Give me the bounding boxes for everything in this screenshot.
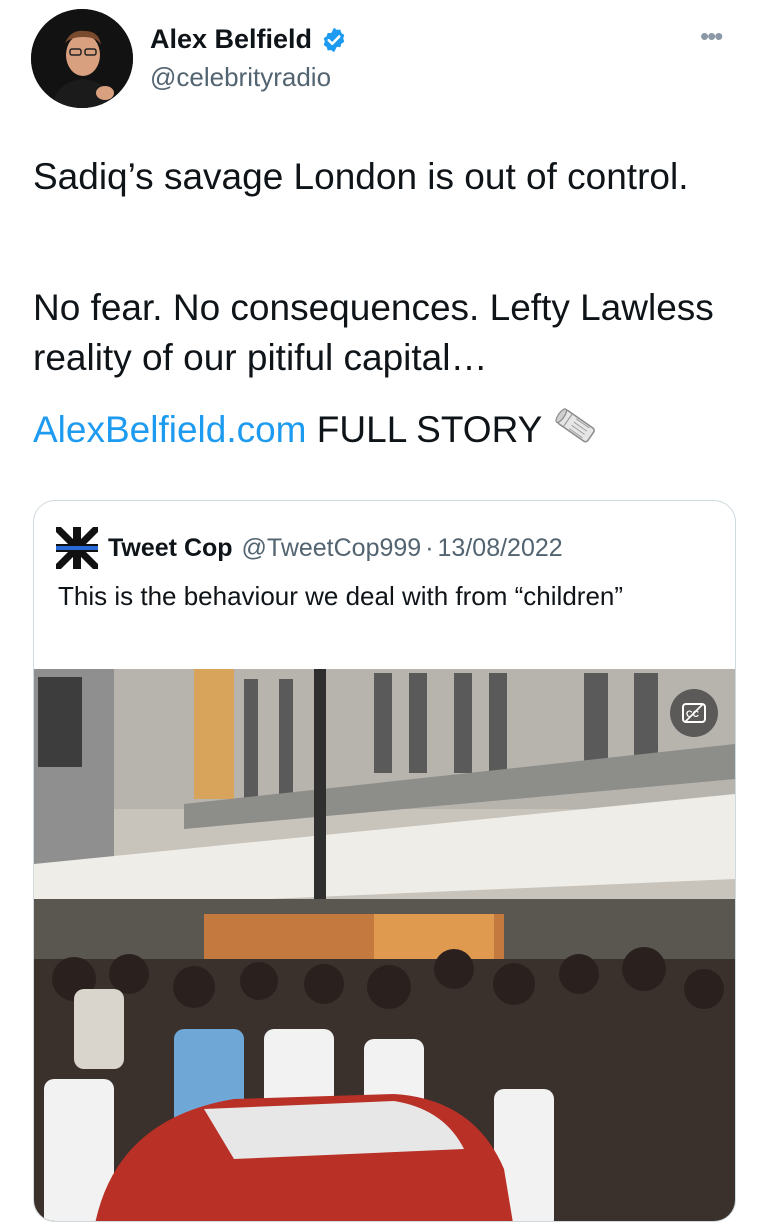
author-avatar[interactable] [31, 9, 133, 108]
verified-badge-icon [320, 26, 348, 54]
rolled-newspaper-icon [552, 406, 600, 459]
tweet-paragraph-1: Sadiq’s savage London is out of control. [33, 156, 689, 197]
tweet-paragraph-2: No fear. No consequences. Lefty Lawless … [33, 287, 714, 378]
thin-blue-line-flag-icon[interactable] [53, 524, 101, 572]
website-link[interactable]: AlexBelfield.com [33, 409, 307, 450]
more-options-icon[interactable]: ••• [700, 23, 723, 49]
author-handle[interactable]: @celebrityradio [150, 62, 331, 93]
quoted-author-handle[interactable]: @TweetCop999 [242, 534, 422, 563]
closed-captions-icon[interactable]: CC [670, 689, 718, 737]
full-story-text: FULL STORY [306, 409, 543, 450]
quoted-tweet-header: Tweet Cop @TweetCop999 · 13/08/2022 [53, 524, 563, 572]
author-name[interactable]: Alex Belfield [150, 24, 348, 55]
tweet-paragraph-3: AlexBelfield.com FULL STORY [33, 405, 733, 459]
quoted-tweet-date[interactable]: 13/08/2022 [438, 534, 563, 563]
video-frame [34, 669, 735, 1221]
author-name-text: Alex Belfield [150, 24, 313, 54]
quoted-tweet[interactable]: Tweet Cop @TweetCop999 · 13/08/2022 This… [33, 500, 736, 1222]
separator-dot: · [425, 533, 434, 562]
tweet: Alex Belfield @celebrityradio ••• Sadiq’… [0, 0, 768, 1222]
quoted-tweet-text: This is the behaviour we deal with from … [58, 581, 624, 611]
quoted-tweet-video[interactable]: CC [34, 669, 735, 1221]
avatar-photo [31, 9, 133, 108]
quoted-author-name[interactable]: Tweet Cop [108, 534, 233, 563]
